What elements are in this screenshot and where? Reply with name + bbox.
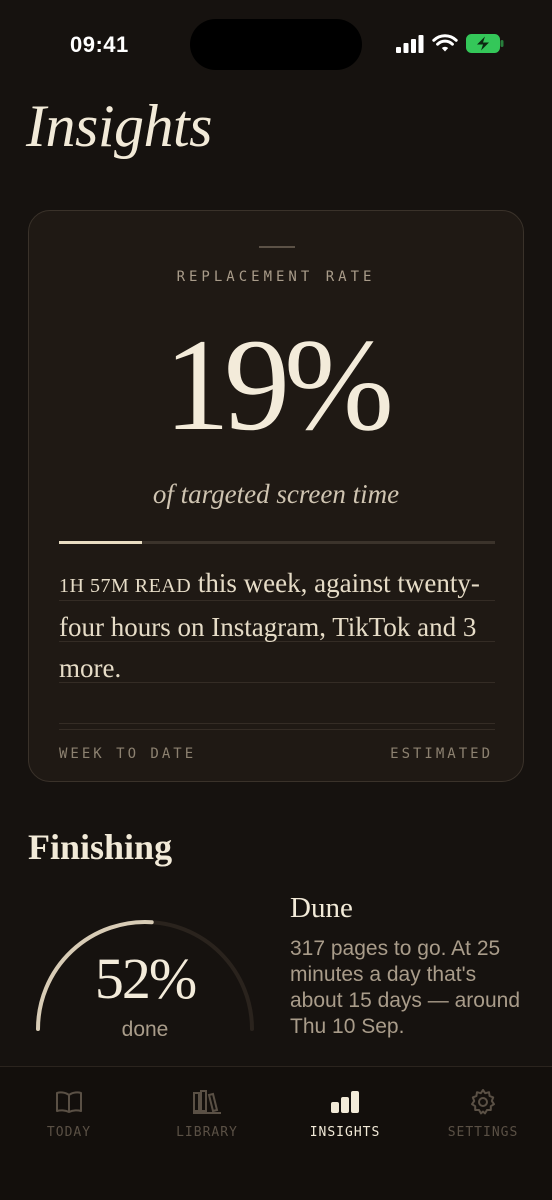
tab-library-label: LIBRARY — [176, 1125, 238, 1140]
tab-bar: TODAY LIBRARY INSIGHTS SETTINGS — [0, 1066, 552, 1200]
replacement-rate-value: 19% — [164, 311, 394, 458]
book-progress-value: 52% — [94, 946, 197, 1011]
footer-rule — [59, 723, 495, 724]
wifi-icon — [432, 34, 458, 52]
replacement-progress-fill — [59, 541, 142, 544]
tab-settings[interactable]: SETTINGS — [423, 1087, 543, 1140]
footer-rule — [59, 729, 495, 730]
read-amount: 1H 57M READ — [59, 575, 192, 597]
finishing-section-title: Finishing — [28, 827, 173, 867]
tab-today-label: TODAY — [46, 1125, 92, 1140]
bar-chart-icon — [331, 1091, 359, 1113]
status-time: 09:41 — [70, 32, 129, 57]
page-title: Insights — [26, 93, 213, 159]
battery-charging-icon — [466, 34, 504, 53]
tab-today[interactable]: TODAY — [9, 1087, 129, 1140]
bookshelf-icon — [193, 1090, 221, 1114]
week-to-date-label: WEEK TO DATE — [59, 746, 197, 762]
tab-library[interactable]: LIBRARY — [147, 1087, 267, 1140]
status-bar: 09:41 — [0, 0, 552, 90]
replacement-rate-card: REPLACEMENT RATE 19% of targeted screen … — [28, 210, 524, 782]
book-title[interactable]: Dune — [290, 892, 353, 925]
book-open-icon — [56, 1091, 82, 1113]
tab-settings-label: SETTINGS — [447, 1125, 519, 1140]
card-drag-handle — [259, 246, 295, 248]
status-icons — [396, 34, 504, 53]
book-progress-label: done — [121, 1018, 169, 1041]
gear-icon — [471, 1089, 495, 1115]
estimated-label: ESTIMATED — [390, 746, 493, 762]
tab-insights-label: INSIGHTS — [309, 1125, 381, 1140]
cellular-signal-icon — [396, 34, 424, 53]
replacement-progress-bar — [59, 541, 495, 544]
reading-summary: 1H 57M READ this week, against twenty-fo… — [59, 563, 499, 689]
dynamic-island — [190, 19, 362, 70]
replacement-rate-label: REPLACEMENT RATE — [176, 269, 376, 285]
tab-insights[interactable]: INSIGHTS — [285, 1087, 405, 1140]
replacement-rate-subtitle: of targeted screen time — [152, 479, 400, 509]
book-description: 317 pages to go. At 25 minutes a day tha… — [290, 937, 520, 1038]
